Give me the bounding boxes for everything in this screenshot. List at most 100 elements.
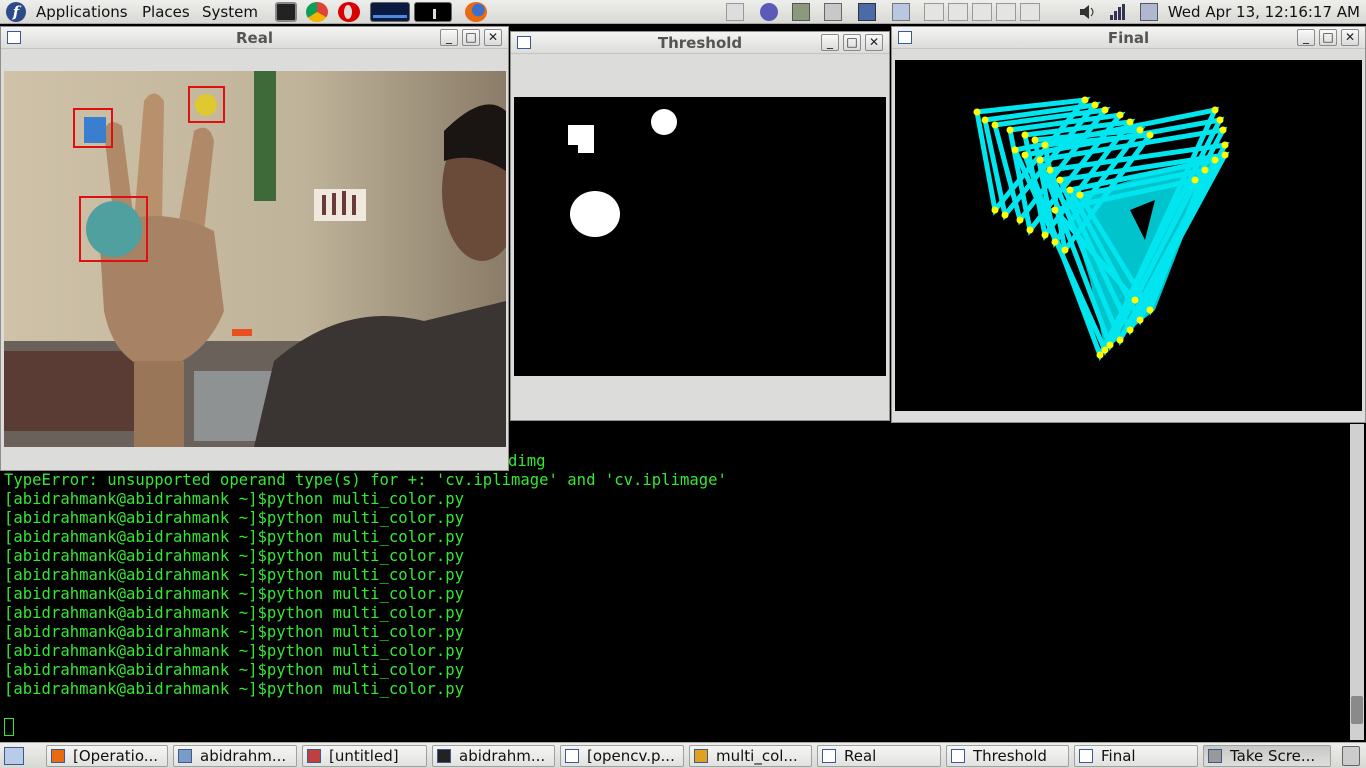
taskbar-button[interactable]: [Operatio... (46, 745, 168, 767)
network-settings-icon[interactable] (892, 3, 910, 21)
taskbar-button[interactable]: Final (1074, 745, 1198, 767)
track-point (1101, 346, 1109, 354)
folder-icon (178, 749, 192, 763)
clock[interactable]: Wed Apr 13, 12:16:17 AM (1168, 3, 1360, 21)
tracking-lines (973, 96, 1230, 362)
webcam-image (4, 71, 506, 447)
terminal-launcher-icon[interactable] (275, 2, 297, 22)
terminal-line: [abidrahmank@abidrahmank ~]$python multi… (4, 585, 465, 603)
track-point (1201, 166, 1209, 174)
cpu-monitor-icon[interactable] (370, 2, 410, 22)
track-point (1026, 226, 1034, 234)
window-icon (1079, 749, 1093, 763)
taskbar-button[interactable]: abidrahm... (432, 745, 555, 767)
track-point (1011, 146, 1019, 154)
workspace-1-icon[interactable] (924, 3, 944, 21)
close-button[interactable]: ✕ (484, 29, 502, 46)
close-button[interactable]: ✕ (1341, 29, 1359, 46)
bottom-taskbar: [Operatio... abidrahm... [untitled] abidrah… (0, 742, 1366, 768)
taskbar-button-label: [opencv.p... (587, 747, 675, 765)
applications-menu[interactable]: Applications (36, 3, 128, 21)
screenshot-tool-icon[interactable] (824, 3, 842, 21)
show-desktop-icon[interactable] (4, 747, 24, 765)
track-point (1051, 238, 1059, 246)
minimize-button[interactable]: _ (821, 34, 839, 51)
track-point (1136, 316, 1144, 324)
track-point (1219, 126, 1227, 134)
updates-icon[interactable] (726, 3, 744, 21)
taskbar-button[interactable]: Real (817, 745, 941, 767)
track-point (1191, 176, 1199, 184)
track-point (1211, 106, 1219, 114)
signal-icon[interactable] (1108, 3, 1126, 21)
display-icon[interactable] (858, 3, 876, 21)
terminal-cursor (4, 718, 14, 736)
final-window-title: Final (1107, 29, 1150, 47)
taskbar-button-label: [untitled] (329, 747, 399, 765)
track-point (1116, 111, 1124, 119)
workspace-5-icon[interactable] (1020, 3, 1040, 21)
minimize-button[interactable]: _ (1297, 29, 1315, 46)
window-icon (822, 749, 836, 763)
final-window[interactable]: Final _ □ ✕ (891, 26, 1366, 423)
fedora-logo-icon[interactable]: f (6, 2, 26, 22)
track-point (1041, 141, 1049, 149)
maximize-button[interactable]: □ (1319, 29, 1337, 46)
places-menu[interactable]: Places (142, 3, 190, 21)
opera-launcher-icon[interactable] (338, 2, 360, 22)
track-point (1051, 206, 1059, 214)
track-point (1036, 156, 1044, 164)
track-point (1131, 296, 1139, 304)
empathy-icon[interactable] (760, 3, 778, 21)
threshold-window[interactable]: Threshold _ □ ✕ (510, 31, 890, 421)
track-point (1031, 136, 1039, 144)
firefox-launcher-icon[interactable] (465, 2, 487, 22)
maximize-button[interactable]: □ (843, 34, 861, 51)
chrome-launcher-icon[interactable] (306, 2, 328, 22)
taskbar-button[interactable]: Take Scre... (1203, 745, 1331, 767)
track-point (1136, 126, 1144, 134)
taskbar-button[interactable]: abidrahm... (173, 745, 297, 767)
track-point (1056, 176, 1064, 184)
trash-icon[interactable] (1342, 746, 1360, 766)
terminal-line: [abidrahmank@abidrahmank ~]$python multi… (4, 490, 465, 508)
firefox-icon (51, 749, 65, 763)
close-button[interactable]: ✕ (865, 34, 883, 51)
taskbar-button-label: abidrahm... (459, 747, 546, 765)
workspace-4-icon[interactable] (996, 3, 1016, 21)
terminal-scroll-thumb[interactable] (1351, 696, 1363, 724)
track-point (1221, 141, 1229, 149)
calculator-icon[interactable] (792, 3, 810, 21)
terminal-line: [abidrahmank@abidrahmank ~]$python multi… (4, 566, 465, 584)
taskbar-button[interactable]: Threshold (946, 745, 1069, 767)
track-point (1101, 106, 1109, 114)
taskbar-button[interactable]: multi_col... (689, 745, 812, 767)
final-titlebar[interactable]: Final _ □ ✕ (892, 27, 1365, 49)
battery-icon[interactable] (1140, 3, 1158, 21)
net-monitor-icon[interactable] (414, 2, 452, 22)
terminal-output: imgthreshold=imggreen+imgyellow+imgblueT… (4, 452, 727, 699)
maximize-button[interactable]: □ (462, 29, 480, 46)
minimize-button[interactable]: _ (440, 29, 458, 46)
taskbar-button[interactable]: [opencv.p... (560, 745, 684, 767)
track-point (1006, 126, 1014, 134)
terminal-scrollbar[interactable] (1350, 424, 1364, 740)
terminal-line: [abidrahmank@abidrahmank ~]$python multi… (4, 509, 465, 527)
screenshot-icon (1208, 749, 1222, 763)
workspace-2-icon[interactable] (948, 3, 968, 21)
window-icon (951, 749, 965, 763)
terminal-line: [abidrahmank@abidrahmank ~]$python multi… (4, 528, 465, 546)
terminal-icon (437, 749, 451, 763)
track-point (1046, 166, 1054, 174)
volume-icon[interactable] (1078, 3, 1096, 21)
threshold-titlebar[interactable]: Threshold _ □ ✕ (511, 32, 889, 54)
taskbar-button-label: [Operatio... (73, 747, 159, 765)
taskbar-button[interactable]: [untitled] (302, 745, 427, 767)
workspace-3-icon[interactable] (972, 3, 992, 21)
terminal-line: [abidrahmank@abidrahmank ~]$python multi… (4, 547, 465, 565)
system-menu[interactable]: System (202, 3, 258, 21)
real-window[interactable]: Real _ □ ✕ (0, 26, 509, 471)
real-titlebar[interactable]: Real _ □ ✕ (1, 27, 508, 49)
terminal-line: [abidrahmank@abidrahmank ~]$python multi… (4, 661, 465, 679)
terminal-line: [abidrahmank@abidrahmank ~]$python multi… (4, 642, 465, 660)
